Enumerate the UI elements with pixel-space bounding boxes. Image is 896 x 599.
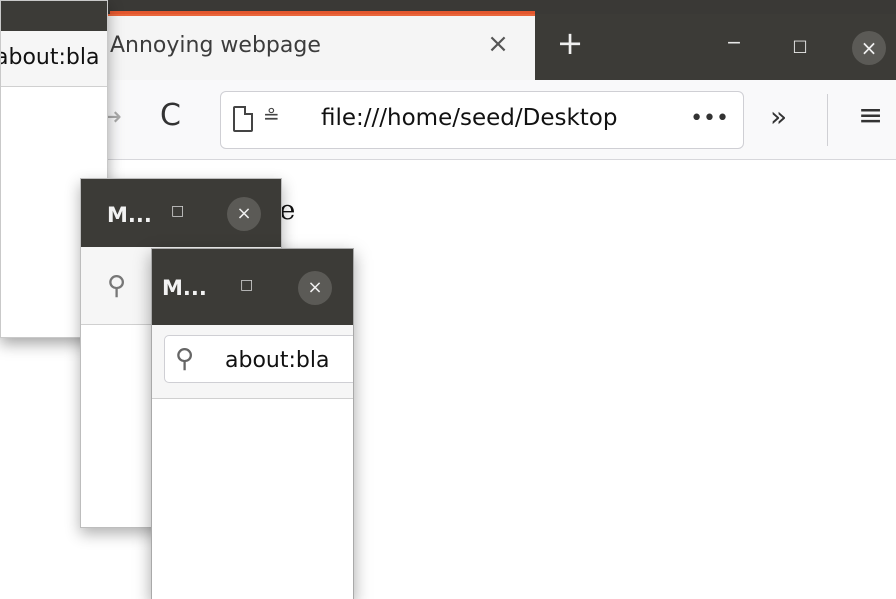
search-icon: ⚲ [175,344,195,374]
hamburger-menu-icon[interactable]: ≡ [858,98,883,133]
popup-2-close-icon[interactable]: × [227,197,261,231]
popup-1-titlebar[interactable] [1,1,107,31]
popup-window-3[interactable]: M... □ × ⚲ about:bla [151,248,354,599]
page-icon [233,106,253,132]
permissions-icon[interactable]: ≗ [263,104,280,128]
popup-3-titlebar[interactable]: M... □ × [152,249,353,325]
reload-icon[interactable]: C [160,98,181,133]
tab-title: Annoying webpage [110,33,321,58]
url-text[interactable]: file:///home/seed/Desktop [321,105,617,131]
popup-2-maximize-icon[interactable]: □ [171,203,184,219]
popup-1-url-text[interactable]: about:bla [1,45,99,70]
toolbar-divider [827,94,828,146]
popup-3-urlbar: ⚲ about:bla [152,325,353,399]
search-icon: ⚲ [107,271,127,301]
popup-2-title: M... [107,203,152,227]
popup-3-url-field[interactable]: ⚲ about:bla [164,335,353,383]
new-tab-icon[interactable]: + [553,27,587,62]
popup-1-urlbar[interactable]: about:bla [1,31,107,87]
minimize-icon[interactable]: ‒ [724,32,744,56]
popup-3-url-text[interactable]: about:bla [225,348,329,373]
url-fade [641,92,691,148]
url-bar[interactable]: ≗ file:///home/seed/Desktop ••• [220,91,744,149]
window-close-icon[interactable]: × [852,31,886,65]
navigation-toolbar: → C ≗ file:///home/seed/Desktop ••• » ≡ [0,80,896,160]
page-actions-icon[interactable]: ••• [690,106,729,131]
popup-3-maximize-icon[interactable]: □ [240,277,253,293]
tab-bar: Annoying webpage × + ‒ □ × [0,14,896,80]
top-panel [0,0,896,14]
maximize-icon[interactable]: □ [790,36,810,56]
popup-3-close-icon[interactable]: × [298,271,332,305]
tab-close-icon[interactable]: × [483,29,513,59]
popup-2-titlebar[interactable]: M... □ × [81,179,281,247]
popup-3-title: M... [162,276,207,300]
overflow-menu-icon[interactable]: » [770,100,787,133]
tab-annoying-webpage[interactable]: Annoying webpage × [100,14,535,80]
